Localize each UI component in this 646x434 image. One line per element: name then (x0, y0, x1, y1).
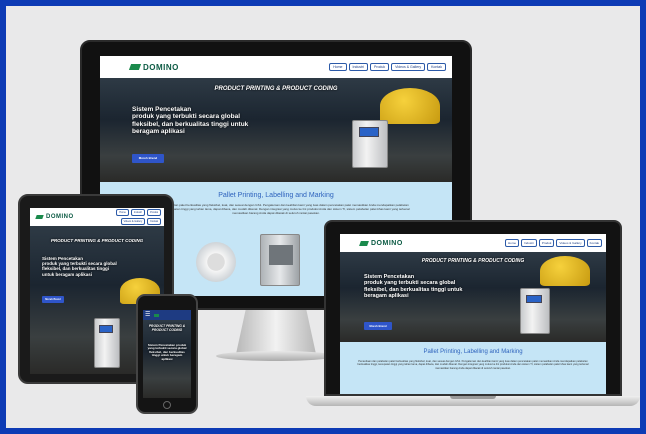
laptop-logo-text: DOMINO (371, 239, 403, 247)
domino-logo[interactable]: DOMINO (128, 62, 179, 72)
phone-screen: ☰ PRODUCT PRINTING & PRODUCT CODING Sist… (143, 310, 191, 398)
laptop-lid: DOMINO Home Industri Produk Videos & Gal… (324, 220, 622, 396)
hero-heading-rest: produk yang terbukti secara global fleks… (132, 113, 249, 136)
tablet-logo[interactable]: DOMINO (35, 214, 74, 220)
hero-cta-button[interactable]: Moreh Brend (132, 154, 164, 163)
laptop-pallet-section: Pallet Printing, Labelling and Marking P… (340, 342, 606, 394)
tablet-hero-rest: produk yang terbukti secara global fleks… (42, 261, 117, 277)
hero-helmet-image (380, 88, 440, 124)
tablet-header: DOMINO Home Industri Produk Videos & Gal… (30, 208, 164, 226)
tablet-nav-industri[interactable]: Industri (130, 209, 146, 216)
laptop-section-text: Penandaan dan pelabelan palet berkualita… (357, 360, 589, 370)
tablet-hero-title: PRODUCT PRINTING & PRODUCT CODING (50, 238, 144, 243)
tablet-machine-image (94, 318, 120, 368)
phone-hero-text: Sistem Pencetakan produk yang terbukti s… (147, 343, 187, 361)
desktop-stand (236, 310, 316, 354)
phone-hero: PRODUCT PRINTING & PRODUCT CODING Sistem… (143, 320, 191, 398)
laptop-header: DOMINO Home Industri Produk Videos & Gal… (340, 234, 606, 252)
laptop-nav-industri[interactable]: Industri (521, 239, 537, 247)
nav-videos-gallery[interactable]: Videos & Gallery (391, 63, 426, 71)
nav-home[interactable]: Home (329, 63, 347, 71)
laptop-machine-image (520, 288, 550, 334)
laptop-cta-button[interactable]: Moreh Brend (364, 322, 392, 330)
tablet-cta-button[interactable]: Moreh Brend (42, 296, 64, 303)
laptop-section-title: Pallet Printing, Labelling and Marking (423, 349, 523, 355)
tablet-logo-icon (35, 215, 44, 219)
laptop-logo[interactable]: DOMINO (359, 239, 403, 247)
domino-logo-icon (128, 64, 142, 70)
section-text: Penandaan dan pelabelan palet berkualita… (142, 203, 410, 215)
laptop-nav-produk[interactable]: Produk (538, 239, 555, 247)
laptop-hinge-notch (450, 396, 496, 399)
showcase-frame: DOMINO Home Industri Produk Videos & Gal… (0, 0, 646, 434)
laptop-hero-heading: Sistem Pencetakan produk yang terbukti s… (364, 274, 474, 299)
desktop-stand-base (216, 351, 336, 361)
tablet-nav-home[interactable]: Home (116, 209, 129, 216)
tablet-hero-heading: Sistem Pencetakan produk yang terbukti s… (42, 256, 122, 277)
nav-industri[interactable]: Industri (348, 63, 368, 71)
tablet-nav-kontak[interactable]: Kontak (147, 218, 161, 225)
laptop-screen: DOMINO Home Industri Produk Videos & Gal… (340, 234, 606, 394)
phone-device: ☰ PRODUCT PRINTING & PRODUCT CODING Sist… (136, 294, 198, 414)
laptop-hero: PRODUCT PRINTING & PRODUCT CODING Sistem… (340, 252, 606, 342)
tablet-nav-videos[interactable]: Videos & Gallery (120, 218, 146, 225)
hero-heading: Sistem Pencetakan produk yang terbukti s… (132, 106, 262, 136)
laptop-hero-rest: produk yang terbukti secara global fleks… (364, 280, 463, 299)
tablet-nav-produk[interactable]: Produk (147, 209, 161, 216)
nav-produk[interactable]: Produk (369, 63, 390, 71)
hamburger-menu-icon[interactable]: ☰ (145, 312, 150, 318)
desktop-header: DOMINO Home Industri Produk Videos & Gal… (100, 56, 452, 78)
nav-kontak[interactable]: Kontak (427, 63, 446, 71)
desktop-nav: Home Industri Produk Videos & Gallery Ko… (329, 63, 446, 71)
tablet-nav: Home Industri Produk Videos & Gallery Ko… (95, 209, 161, 225)
desktop-hero: PRODUCT PRINTING & PRODUCT CODING Sistem… (100, 78, 452, 182)
logo-text: DOMINO (143, 62, 179, 72)
laptop-nav: Home Industri Produk Videos & Gallery Ko… (504, 239, 602, 247)
hero-title: PRODUCT PRINTING & PRODUCT CODING (214, 86, 338, 92)
printer-machine-image (352, 120, 388, 168)
label-roll-image (196, 242, 236, 282)
pallet-machine-image (260, 234, 300, 286)
laptop-nav-kontak[interactable]: Kontak (586, 239, 602, 247)
tablet-logo-text: DOMINO (46, 214, 74, 220)
laptop-hero-title: PRODUCT PRINTING & PRODUCT CODING (421, 258, 525, 264)
laptop-nav-home[interactable]: Home (504, 239, 519, 247)
phone-header: ☰ (143, 310, 191, 320)
laptop-logo-icon (359, 240, 369, 246)
laptop-nav-videos[interactable]: Videos & Gallery (556, 239, 585, 247)
phone-logo-icon (154, 313, 160, 317)
phone-hero-title: PRODUCT PRINTING & PRODUCT CODING (148, 324, 186, 332)
phone-home-button[interactable] (163, 401, 171, 409)
